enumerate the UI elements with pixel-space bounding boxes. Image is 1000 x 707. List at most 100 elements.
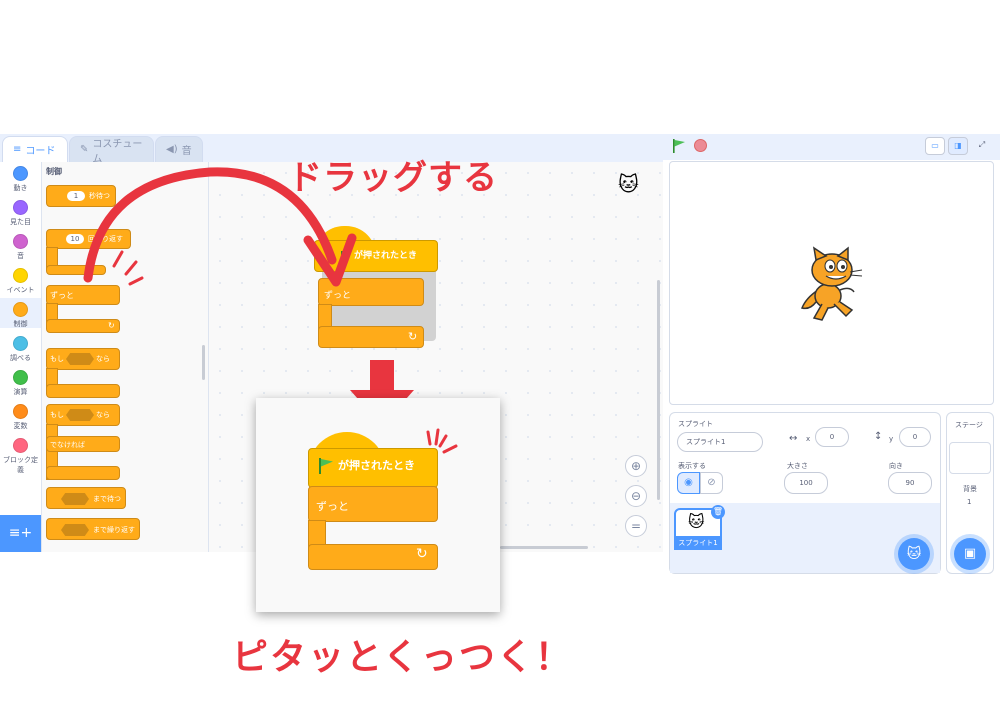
category-motion[interactable]: 動き (0, 166, 41, 193)
zoom-in-button[interactable]: ⊕ (625, 455, 647, 477)
rotate-arrow-icon: ↻ (108, 321, 115, 330)
x-label: x (806, 435, 811, 443)
control-dot-icon (13, 302, 28, 317)
looks-dot-icon (13, 200, 28, 215)
stage-panel-title: ステージ (955, 421, 983, 429)
events-dot-icon (13, 268, 28, 283)
category-operators[interactable]: 演算 (0, 370, 41, 397)
category-sound[interactable]: 音 (0, 234, 41, 261)
stop-button[interactable] (694, 139, 707, 152)
large-stage-button[interactable]: ◨ (948, 137, 968, 155)
if-block[interactable]: もし なら (46, 348, 120, 398)
operators-dot-icon (13, 370, 28, 385)
zoom-reset-button[interactable]: = (625, 515, 647, 537)
add-extension-button[interactable]: ≡+ (0, 515, 41, 552)
y-arrows-icon: ↕ (874, 431, 883, 442)
repeat-until-block[interactable]: まで繰り返す (46, 518, 140, 540)
sprite-thumbnail-label: スプライト1 (674, 536, 722, 550)
zoom-out-icon: ⊖ (630, 489, 642, 503)
sound-dot-icon (13, 234, 28, 249)
my-blocks-dot-icon (13, 438, 28, 453)
repeat-until-label: まで繰り返す (93, 526, 135, 534)
x-input[interactable]: 0 (815, 427, 849, 447)
workspace-horizontal-scrollbar[interactable] (500, 546, 588, 549)
backdrop-count: 1 (967, 498, 972, 506)
hat-label: が押されたとき (354, 251, 418, 261)
cat-icon: 🐱 (618, 172, 639, 196)
sprite-name-input[interactable]: スプライト1 (677, 432, 763, 452)
choose-backdrop-button[interactable]: ▣ (954, 538, 986, 570)
green-flag-button[interactable] (672, 138, 686, 157)
rotate-arrow-icon: ↻ (416, 546, 428, 562)
y-input[interactable]: 0 (899, 427, 931, 447)
zoom-out-button[interactable]: ⊖ (625, 485, 647, 507)
if-prefix-label: もし (50, 355, 64, 363)
zoom-reset-icon: = (630, 519, 642, 533)
sprite-section-label: スプライト (678, 420, 713, 428)
y-label: y (889, 435, 894, 443)
tab-code-label: コード (25, 146, 56, 157)
small-stage-icon: ▭ (931, 141, 939, 150)
cat-icon: 🐱 (688, 512, 705, 531)
small-stage-button[interactable]: ▭ (925, 137, 945, 155)
condition-slot[interactable] (66, 409, 94, 421)
popup-hat-block: が押されたとき (308, 432, 438, 492)
if-else-block[interactable]: もし なら でなければ (46, 404, 120, 480)
condition-slot[interactable] (66, 353, 94, 365)
backdrop-add-icon: ▣ (963, 546, 977, 561)
fullscreen-button[interactable]: ⤢ (972, 137, 992, 155)
sensing-dot-icon (13, 336, 28, 351)
category-menu: 動き 見た目 音 イベント 制御 調べる 演算 変数 ブロック定義 (0, 162, 42, 552)
category-variables[interactable]: 変数 (0, 404, 41, 431)
drag-instruction-text: ドラッグする (288, 158, 498, 198)
category-control[interactable]: 制御 (0, 298, 41, 328)
backdrop-label: 背景 (963, 485, 977, 493)
variables-dot-icon (13, 404, 28, 419)
emphasis-lines (426, 428, 458, 454)
rotate-arrow-icon: ↻ (408, 330, 418, 343)
cat-icon (800, 246, 863, 321)
large-stage-icon: ◨ (954, 141, 962, 150)
if-else-suffix-label: なら (96, 411, 110, 419)
workspace-vertical-scrollbar[interactable] (657, 280, 660, 500)
popup-forever-label: ずっと (316, 500, 349, 513)
category-events[interactable]: イベント (0, 268, 41, 295)
flag-icon (673, 139, 685, 153)
wait-until-block[interactable]: まで待つ (46, 487, 126, 509)
hide-button[interactable]: ⊘ (700, 472, 723, 494)
if-else-prefix-label: もし (50, 411, 64, 419)
motion-dot-icon (13, 166, 28, 181)
extension-icon: ≡+ (8, 525, 33, 541)
size-input[interactable]: 100 (784, 472, 828, 494)
code-icon: ≡ (13, 144, 22, 155)
sprite-cat[interactable] (796, 246, 866, 326)
if-suffix-label: なら (96, 355, 110, 363)
eye-slash-icon: ⊘ (707, 477, 716, 488)
zoom-in-icon: ⊕ (630, 459, 642, 473)
fullscreen-icon: ⤢ (978, 140, 986, 149)
popup-hat-label: が押されたとき (338, 459, 415, 472)
palette-section-title: 制御 (46, 167, 62, 176)
category-looks[interactable]: 見た目 (0, 200, 41, 227)
wait-until-label: まで待つ (93, 495, 121, 503)
trash-icon: 🗑 (712, 507, 724, 516)
x-arrows-icon: ↔ (789, 433, 798, 444)
category-my-blocks[interactable]: ブロック定義 (0, 438, 41, 475)
snap-result-text: ピタッとくっつく！ (232, 637, 573, 678)
eye-icon: ◉ (684, 477, 693, 488)
stage-thumbnail[interactable] (949, 442, 991, 474)
show-label: 表示する (678, 462, 706, 470)
delete-sprite-button[interactable]: 🗑 (711, 505, 725, 519)
popup-forever-block: ずっと ↻ (308, 486, 438, 570)
size-label: 大きさ (787, 462, 808, 470)
show-button[interactable]: ◉ (677, 472, 700, 494)
condition-slot[interactable] (61, 524, 89, 536)
tab-code[interactable]: ≡ コード (2, 136, 68, 162)
choose-sprite-button[interactable]: 🐱 (898, 538, 930, 570)
direction-input[interactable]: 90 (888, 472, 932, 494)
flag-icon (318, 458, 334, 478)
category-sensing[interactable]: 調べる (0, 336, 41, 363)
condition-slot[interactable] (61, 493, 89, 505)
palette-scrollbar[interactable] (202, 345, 205, 380)
direction-label: 向き (889, 462, 903, 470)
